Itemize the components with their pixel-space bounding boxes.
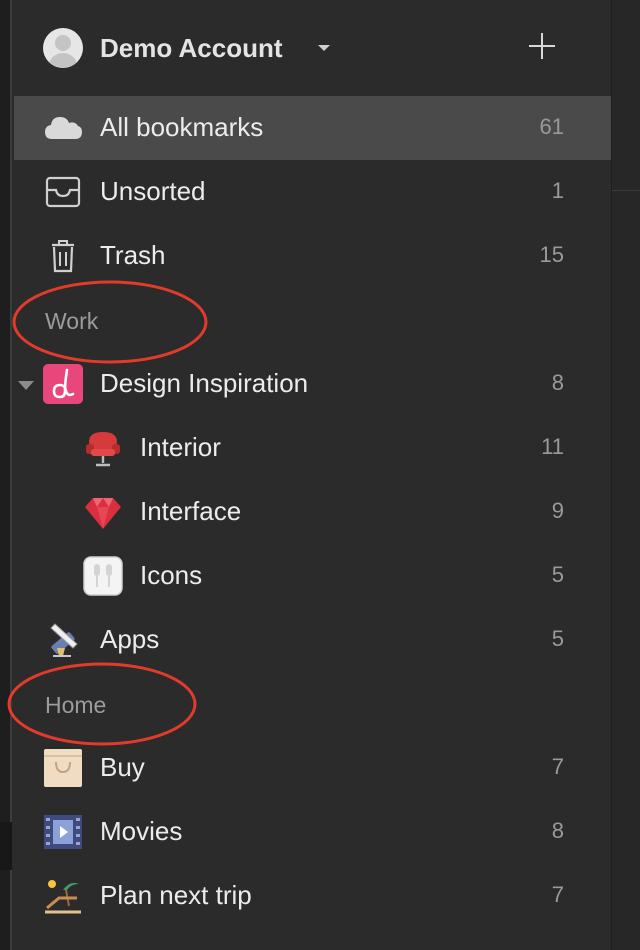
red-chair-icon [86,432,120,467]
sidebar-item-label: Movies [100,816,183,846]
sidebar-item-unsorted[interactable]: Unsorted 1 [14,160,611,224]
item-count: 61 [539,114,564,139]
item-count: 5 [551,626,564,651]
sidebar-item-interface[interactable]: Interface 9 [14,480,611,544]
earphones-box-icon [83,556,123,596]
sidebar-item-label: Apps [100,624,160,654]
cloud-icon [45,117,82,139]
sidebar-header: Demo Account [14,0,611,96]
window-left-edge [0,0,12,950]
sidebar-item-label: Interface [140,496,242,526]
content-divider [612,190,640,191]
item-count: 8 [551,818,564,843]
item-count: 11 [541,434,564,459]
sidebar-item-label: Unsorted [100,176,206,206]
sidebar-item-interior[interactable]: Interior 11 [14,416,611,480]
inbox-tray-icon [45,176,81,208]
sidebar-item-label: Icons [140,560,203,590]
window-divider [10,0,12,950]
avatar-body [48,53,78,68]
sidebar-item-label: Interior [140,432,221,462]
avatar-head [55,35,71,51]
pen-tools-icon [50,623,78,657]
sidebar-item-label: Plan next trip [100,880,252,910]
sidebar-item-label: Design Inspiration [100,368,309,398]
item-count: 15 [539,242,564,267]
sidebar-item-icons[interactable]: Icons 5 [14,544,611,608]
sidebar-item-plan-next-trip[interactable]: Plan next trip 7 [14,864,611,928]
item-count: 5 [551,562,564,587]
add-collection-button[interactable] [527,31,557,61]
sidebar-item-label: Trash [100,240,166,270]
avatar[interactable] [43,28,83,68]
dribbble-logo-icon [43,364,83,404]
disclosure-triangle-icon[interactable] [18,381,34,390]
content-pane-edge [611,0,640,950]
ruby-gem-icon [85,498,121,529]
trash-icon [52,240,74,273]
sidebar-item-label: Buy [100,752,145,782]
window-left-block [0,822,12,870]
item-count: 1 [551,178,564,203]
account-name[interactable]: Demo Account [100,33,283,64]
item-count: 7 [551,754,564,779]
item-count: 8 [551,370,564,395]
item-count: 7 [551,882,564,907]
sidebar-item-movies[interactable]: Movies 8 [14,800,611,864]
sidebar-item-all-bookmarks[interactable]: All bookmarks 61 [14,96,611,160]
sidebar-item-label: All bookmarks [100,112,264,142]
annotation-circle-home [7,662,197,746]
film-strip-icon [44,815,82,849]
beach-chair-icon [45,880,81,914]
sidebar: Demo Account All bookmarks 61 Unsorted 1… [7,0,611,950]
chevron-down-icon[interactable] [318,45,330,51]
item-count: 9 [551,498,564,523]
annotation-circle-work [12,280,208,364]
shopping-bag-icon [44,749,82,787]
